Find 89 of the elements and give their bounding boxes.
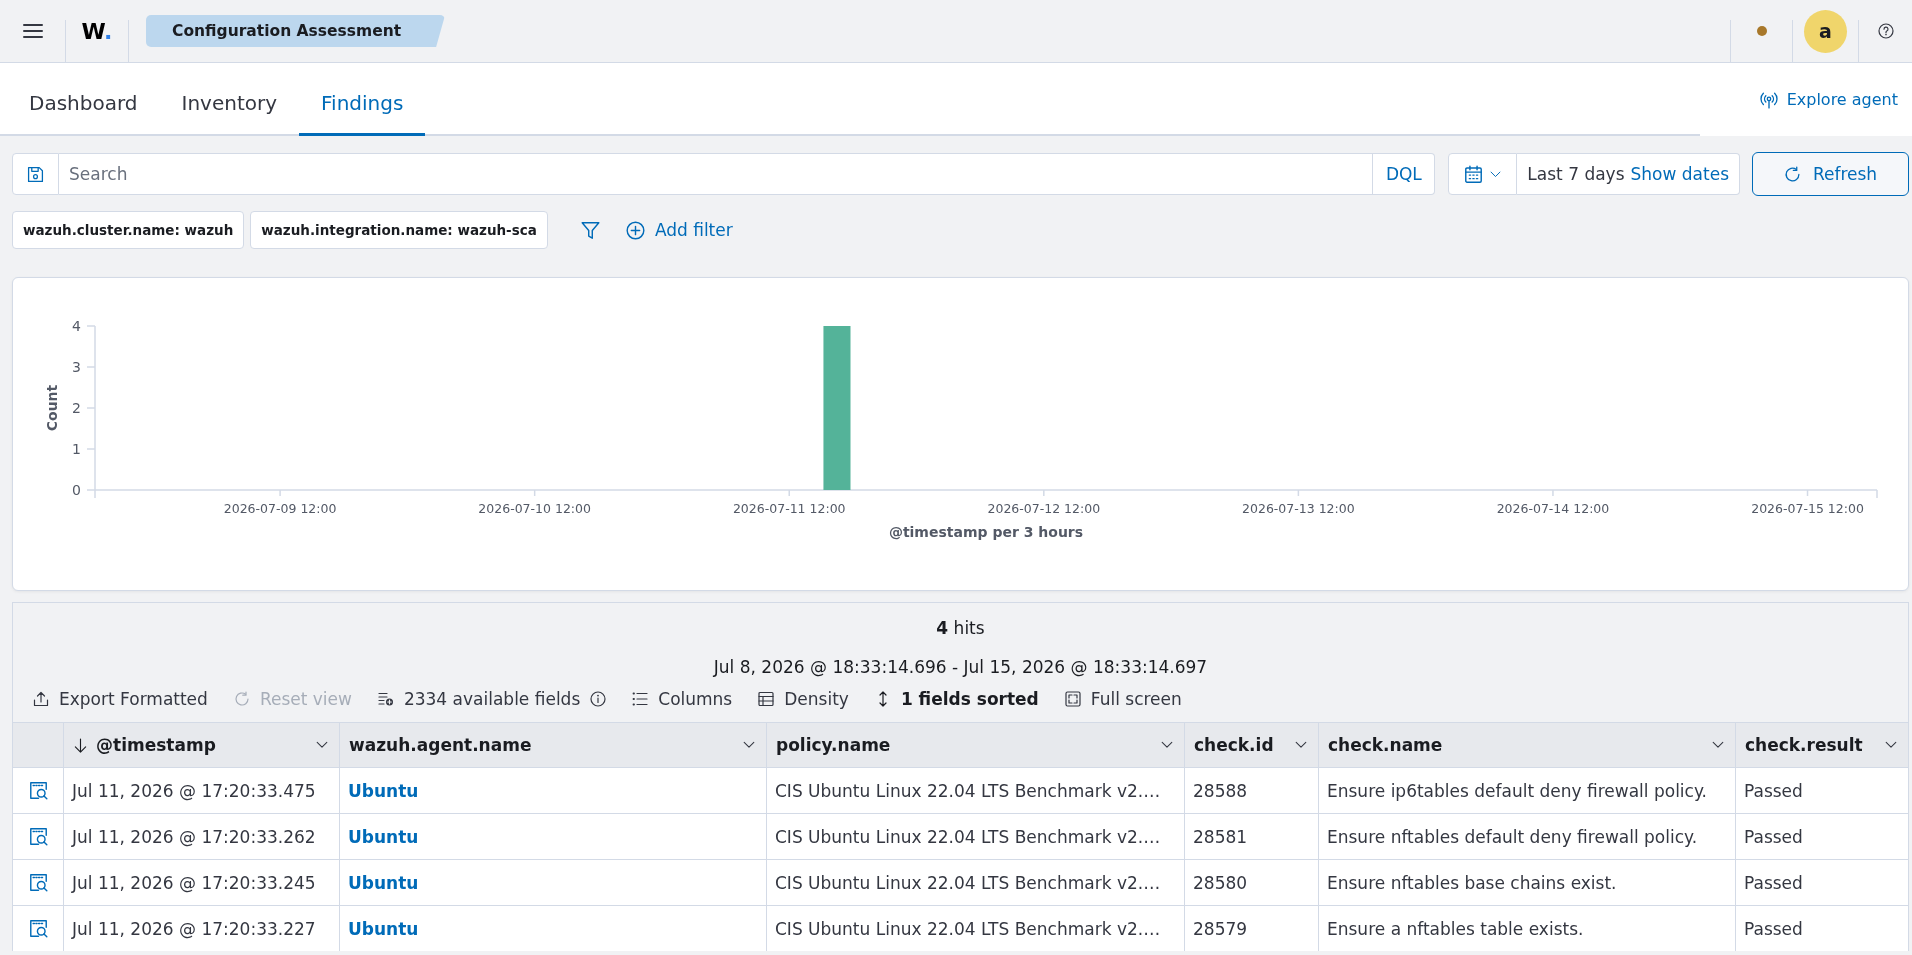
table-cell: CIS Ubuntu Linux 22.04 LTS Benchmark v2.… bbox=[767, 906, 1185, 951]
axis-tick-label: 1 bbox=[72, 441, 81, 457]
search-field[interactable]: Search bbox=[59, 153, 1374, 195]
tab[interactable]: Findings bbox=[299, 63, 426, 136]
tab[interactable]: Dashboard bbox=[7, 63, 160, 136]
column-header[interactable]: check.id bbox=[1185, 723, 1319, 767]
table-link[interactable]: Ubuntu bbox=[348, 872, 419, 893]
axis-tick-label: 0 bbox=[72, 482, 81, 498]
table-cell: 28581 bbox=[1185, 814, 1319, 859]
reset-icon bbox=[233, 691, 250, 707]
density-button[interactable]: Density bbox=[758, 689, 849, 709]
table-cell-text: Passed bbox=[1743, 871, 1804, 895]
table-cell: CIS Ubuntu Linux 22.04 LTS Benchmark v2.… bbox=[767, 768, 1185, 813]
column-header[interactable]: check.result bbox=[1736, 723, 1908, 767]
query-language-button[interactable]: DQL bbox=[1373, 153, 1436, 195]
show-dates-link[interactable]: Show dates bbox=[1630, 164, 1729, 184]
axis-tick-label: 2026-07-15 12:00 bbox=[1751, 501, 1864, 516]
column-header[interactable]: @timestamp bbox=[64, 723, 340, 767]
table-cell: 28579 bbox=[1185, 906, 1319, 951]
tab[interactable]: Inventory bbox=[159, 63, 300, 136]
axis-tick-label: 2026-07-10 12:00 bbox=[478, 501, 591, 516]
axis-tick-label: 2026-07-09 12:00 bbox=[223, 501, 337, 516]
column-header[interactable]: wazuh.agent.name bbox=[340, 723, 767, 767]
table-link[interactable]: Ubuntu bbox=[348, 918, 419, 939]
breadcrumb: Configuration Assessment bbox=[146, 15, 446, 47]
logo[interactable]: W. bbox=[81, 18, 113, 44]
user-avatar[interactable]: a bbox=[1804, 9, 1847, 53]
table-cell: Ensure a nftables table exists. bbox=[1319, 906, 1736, 951]
table-icon bbox=[758, 691, 775, 707]
add-filter-button[interactable]: Add filter bbox=[625, 220, 733, 240]
table-cell: 28588 bbox=[1185, 768, 1319, 813]
document-magnifier-icon[interactable] bbox=[28, 827, 48, 846]
document-magnifier-icon[interactable] bbox=[28, 873, 48, 892]
axis-tick-label: 4 bbox=[72, 318, 81, 334]
sort-fields-button[interactable]: 1 fields sorted bbox=[874, 689, 1039, 709]
axis-tick-label: 2026-07-13 12:00 bbox=[1242, 501, 1355, 516]
help-icon[interactable] bbox=[1877, 23, 1894, 39]
explore-agent-link[interactable]: Explore agent bbox=[1759, 90, 1898, 109]
plus-circle-icon bbox=[625, 220, 645, 240]
list-icon bbox=[632, 691, 649, 707]
date-picker-button[interactable] bbox=[1448, 153, 1518, 195]
table-link[interactable]: Ubuntu bbox=[348, 826, 419, 847]
table-cell: CIS Ubuntu Linux 22.04 LTS Benchmark v2.… bbox=[767, 860, 1185, 905]
axis-tick-label: 2026-07-11 12:00 bbox=[732, 501, 846, 516]
x-axis-title: @timestamp per 3 hours bbox=[888, 524, 1084, 540]
save-icon bbox=[27, 165, 44, 183]
axis-tick-label: 2 bbox=[72, 400, 81, 416]
column-header[interactable]: policy.name bbox=[767, 723, 1185, 767]
table-cell: Jul 11, 2026 @ 17:20:33.245 bbox=[64, 860, 340, 905]
axis-tick-label: 2026-07-14 12:00 bbox=[1496, 501, 1610, 516]
hits-count: 4 hits bbox=[936, 618, 985, 638]
status-dot-icon[interactable] bbox=[1756, 26, 1767, 36]
table-cell-text: Passed bbox=[1743, 779, 1804, 803]
table-cell: Jul 11, 2026 @ 17:20:33.227 bbox=[64, 906, 340, 951]
time-range-text: Jul 8, 2026 @ 18:33:14.696 - Jul 15, 2026 @ 18:33:14.697 bbox=[713, 657, 1208, 677]
fields-list-icon bbox=[377, 691, 394, 707]
axis-tick-label: 3 bbox=[72, 359, 81, 375]
document-magnifier-icon[interactable] bbox=[28, 919, 48, 938]
antenna-icon bbox=[1759, 90, 1778, 109]
table-cell-text: Passed bbox=[1743, 825, 1804, 849]
filter-pill[interactable]: wazuh.integration.name: wazuh-sca bbox=[250, 211, 548, 249]
document-magnifier-icon[interactable] bbox=[28, 781, 48, 800]
export-icon bbox=[33, 691, 49, 707]
calendar-icon bbox=[1463, 164, 1483, 184]
columns-button[interactable]: Columns bbox=[632, 689, 733, 709]
available-fields-button[interactable]: 2334 available fields bbox=[377, 689, 607, 709]
table-link[interactable]: Ubuntu bbox=[348, 780, 419, 801]
fullscreen-icon bbox=[1064, 691, 1081, 707]
full-screen-button[interactable]: Full screen bbox=[1064, 689, 1182, 709]
table-cell-text: Passed bbox=[1743, 917, 1804, 941]
table-cell: CIS Ubuntu Linux 22.04 LTS Benchmark v2.… bbox=[767, 814, 1185, 859]
export-button[interactable]: Export Formatted bbox=[33, 689, 208, 709]
table-cell: Ensure nftables base chains exist. bbox=[1319, 860, 1736, 905]
refresh-button[interactable]: Refresh bbox=[1752, 152, 1909, 196]
table-cell: Jul 11, 2026 @ 17:20:33.262 bbox=[64, 814, 340, 859]
column-header[interactable]: check.name bbox=[1319, 723, 1736, 767]
table-cell: 28580 bbox=[1185, 860, 1319, 905]
menu-icon[interactable] bbox=[22, 23, 43, 39]
table-cell: Jul 11, 2026 @ 17:20:33.475 bbox=[64, 768, 340, 813]
table-cell: Ensure ip6tables default deny firewall policy. bbox=[1319, 768, 1736, 813]
table-cell: Ensure nftables default deny firewall policy. bbox=[1319, 814, 1736, 859]
date-range-label: Last 7 days bbox=[1527, 164, 1625, 184]
filter-pill[interactable]: wazuh.cluster.name: wazuh bbox=[12, 211, 245, 249]
filter-icon[interactable] bbox=[580, 220, 600, 240]
y-axis-title: Count bbox=[44, 384, 60, 432]
save-query-button[interactable] bbox=[12, 153, 59, 195]
info-icon bbox=[590, 691, 607, 707]
axis-tick-label: 2026-07-12 12:00 bbox=[987, 501, 1101, 516]
refresh-icon bbox=[1783, 165, 1801, 183]
